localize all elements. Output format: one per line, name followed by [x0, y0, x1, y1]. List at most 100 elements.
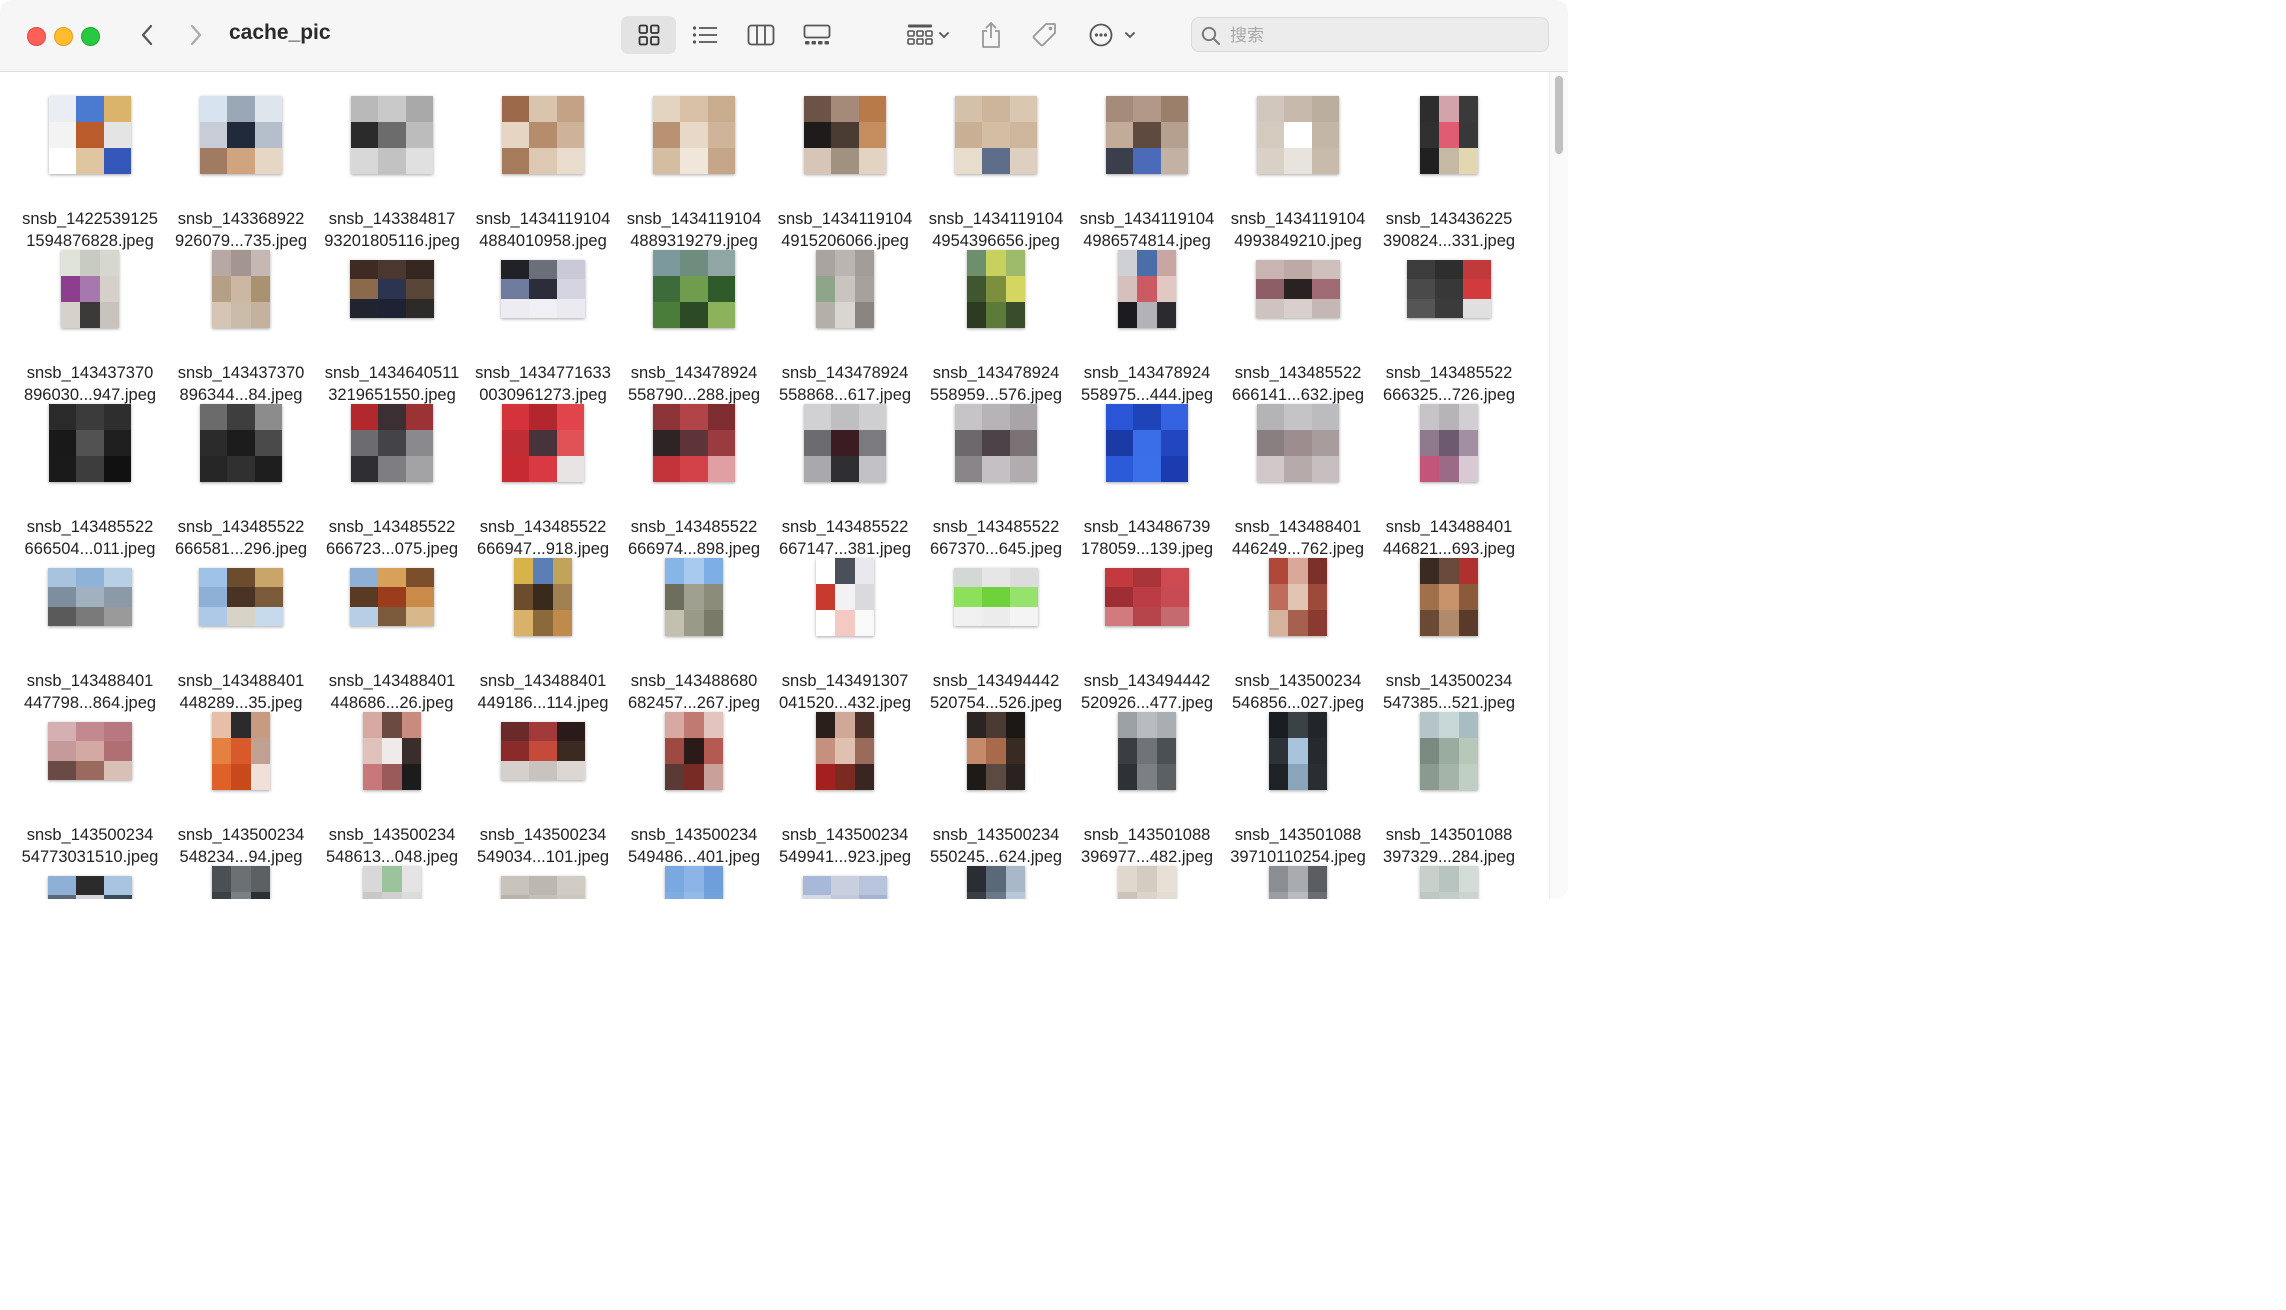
file-thumbnail — [200, 96, 282, 174]
file-thumbnail — [653, 404, 735, 482]
file-item[interactable] — [317, 862, 467, 899]
file-item[interactable]: snsb_143488680 682457...267.jpeg — [619, 554, 769, 712]
file-item[interactable]: snsb_143488401 447798...864.jpeg — [15, 554, 165, 712]
file-item[interactable]: snsb_143500234 546856...027.jpeg — [1223, 554, 1373, 712]
file-name-line-1: snsb_143485522 — [328, 518, 456, 536]
share-button[interactable] — [972, 16, 1010, 54]
file-item[interactable]: snsb_143486739 178059...139.jpeg — [1072, 400, 1222, 558]
file-item[interactable]: snsb_143488401 448686...26.jpeg — [317, 554, 467, 712]
forward-button[interactable] — [182, 20, 210, 50]
file-item[interactable]: snsb_143488401 448289...35.jpeg — [166, 554, 316, 712]
file-item[interactable]: snsb_143485522 666974...898.jpeg — [619, 400, 769, 558]
file-name-line-1: snsb_1434119104 — [475, 210, 611, 228]
close-window-button[interactable] — [27, 27, 46, 46]
file-item[interactable]: snsb_1434119104 4889319279.jpeg — [619, 92, 769, 250]
tags-button[interactable] — [1026, 16, 1064, 54]
file-item[interactable]: snsb_143485522 667147...381.jpeg — [770, 400, 920, 558]
file-thumbnail — [1106, 404, 1188, 482]
grid-icon — [638, 24, 659, 46]
file-item[interactable]: snsb_143485522 666504...011.jpeg — [15, 400, 165, 558]
more-actions-button[interactable] — [1084, 16, 1142, 54]
file-item[interactable]: snsb_1434119104 4993849210.jpeg — [1223, 92, 1373, 250]
file-item[interactable]: snsb_143368922 926079...735.jpeg — [166, 92, 316, 250]
file-thumbnail — [803, 876, 887, 899]
back-button[interactable] — [133, 20, 161, 50]
file-item[interactable]: snsb_143478924 558959...576.jpeg — [921, 246, 1071, 404]
file-item[interactable] — [166, 862, 316, 899]
file-name-line-1: snsb_143478924 — [1083, 364, 1211, 382]
scrollbar-thumb[interactable] — [1555, 76, 1563, 154]
file-item[interactable] — [619, 862, 769, 899]
file-item[interactable]: snsb_143494442 520754...526.jpeg — [921, 554, 1071, 712]
file-item[interactable] — [468, 862, 618, 899]
file-name-line-1: snsb_143478924 — [630, 364, 758, 382]
file-item[interactable] — [921, 862, 1071, 899]
file-thumbnail — [501, 876, 585, 899]
file-item[interactable] — [1374, 862, 1524, 899]
file-item[interactable]: snsb_143478924 558975...444.jpeg — [1072, 246, 1222, 404]
file-item[interactable]: snsb_143488401 446821...693.jpeg — [1374, 400, 1524, 558]
icon-view-button[interactable] — [621, 16, 676, 54]
search-field[interactable] — [1191, 17, 1549, 52]
file-item[interactable]: snsb_143501088 39710110254.jpeg — [1223, 708, 1373, 866]
file-item[interactable]: snsb_143488401 446249...762.jpeg — [1223, 400, 1373, 558]
file-thumbnail — [351, 404, 433, 482]
file-item[interactable] — [1223, 862, 1373, 899]
file-name-line-1: snsb_143488401 — [1385, 518, 1513, 536]
group-by-button[interactable] — [896, 16, 956, 54]
file-item[interactable] — [1072, 862, 1222, 899]
zoom-window-button[interactable] — [81, 27, 100, 46]
file-item[interactable]: snsb_143485522 666581...296.jpeg — [166, 400, 316, 558]
file-item[interactable]: snsb_143500234 54773031510.jpeg — [15, 708, 165, 866]
file-item[interactable]: snsb_143494442 520926...477.jpeg — [1072, 554, 1222, 712]
file-item[interactable]: snsb_143500234 548234...94.jpeg — [166, 708, 316, 866]
file-item[interactable]: snsb_143485522 666723...075.jpeg — [317, 400, 467, 558]
file-item[interactable]: snsb_143500234 548613...048.jpeg — [317, 708, 467, 866]
file-item[interactable]: snsb_143485522 667370...645.jpeg — [921, 400, 1071, 558]
file-item[interactable]: snsb_143500234 550245...624.jpeg — [921, 708, 1071, 866]
file-item[interactable]: snsb_1422539125 1594876828.jpeg — [15, 92, 165, 250]
file-item[interactable]: snsb_1434640511 3219651550.jpeg — [317, 246, 467, 404]
search-icon — [1201, 26, 1220, 45]
file-item[interactable]: snsb_1434119104 4954396656.jpeg — [921, 92, 1071, 250]
file-item[interactable] — [15, 862, 165, 899]
file-item[interactable]: snsb_143478924 558790...288.jpeg — [619, 246, 769, 404]
file-item[interactable]: snsb_143500234 549486...401.jpeg — [619, 708, 769, 866]
file-item[interactable]: snsb_143501088 396977...482.jpeg — [1072, 708, 1222, 866]
file-name-line-1: snsb_143485522 — [177, 518, 305, 536]
file-thumbnail — [1118, 712, 1176, 790]
file-item[interactable]: snsb_1434119104 4884010958.jpeg — [468, 92, 618, 250]
file-item[interactable]: snsb_143485522 666325...726.jpeg — [1374, 246, 1524, 404]
file-thumbnail — [502, 96, 584, 174]
minimize-window-button[interactable] — [54, 27, 73, 46]
file-item[interactable]: snsb_143488401 449186...114.jpeg — [468, 554, 618, 712]
file-item[interactable]: snsb_143500234 547385...521.jpeg — [1374, 554, 1524, 712]
file-thumbnail — [816, 250, 874, 328]
file-item[interactable]: snsb_143437370 896030...947.jpeg — [15, 246, 165, 404]
list-icon — [692, 26, 717, 44]
search-input[interactable] — [1228, 22, 1532, 49]
vertical-scrollbar[interactable] — [1549, 72, 1568, 899]
file-item[interactable] — [770, 862, 920, 899]
gallery-view-button[interactable] — [795, 16, 839, 54]
file-item[interactable]: snsb_1434771633 0030961273.jpeg — [468, 246, 618, 404]
file-item[interactable]: snsb_143500234 549941...923.jpeg — [770, 708, 920, 866]
file-item[interactable]: snsb_1434119104 4986574814.jpeg — [1072, 92, 1222, 250]
file-item[interactable]: snsb_143437370 896344...84.jpeg — [166, 246, 316, 404]
file-name-line-1: snsb_143500234 — [479, 826, 607, 844]
file-item[interactable]: snsb_143485522 666141...632.jpeg — [1223, 246, 1373, 404]
file-item[interactable]: snsb_143384817 93201805116.jpeg — [317, 92, 467, 250]
file-thumbnail — [61, 250, 119, 328]
file-item[interactable]: snsb_143485522 666947...918.jpeg — [468, 400, 618, 558]
file-item[interactable]: snsb_1434119104 4915206066.jpeg — [770, 92, 920, 250]
file-name-line-1: snsb_143368922 — [177, 210, 305, 228]
file-item[interactable]: snsb_143491307 041520...432.jpeg — [770, 554, 920, 712]
file-item[interactable]: snsb_143478924 558868...617.jpeg — [770, 246, 920, 404]
file-item[interactable]: snsb_143436225 390824...331.jpeg — [1374, 92, 1524, 250]
file-thumbnail — [804, 404, 886, 482]
file-item[interactable]: snsb_143500234 549034...101.jpeg — [468, 708, 618, 866]
list-view-button[interactable] — [683, 16, 727, 54]
column-view-button[interactable] — [739, 16, 783, 54]
file-item[interactable]: snsb_143501088 397329...284.jpeg — [1374, 708, 1524, 866]
file-name-line-1: snsb_143500234 — [328, 826, 456, 844]
